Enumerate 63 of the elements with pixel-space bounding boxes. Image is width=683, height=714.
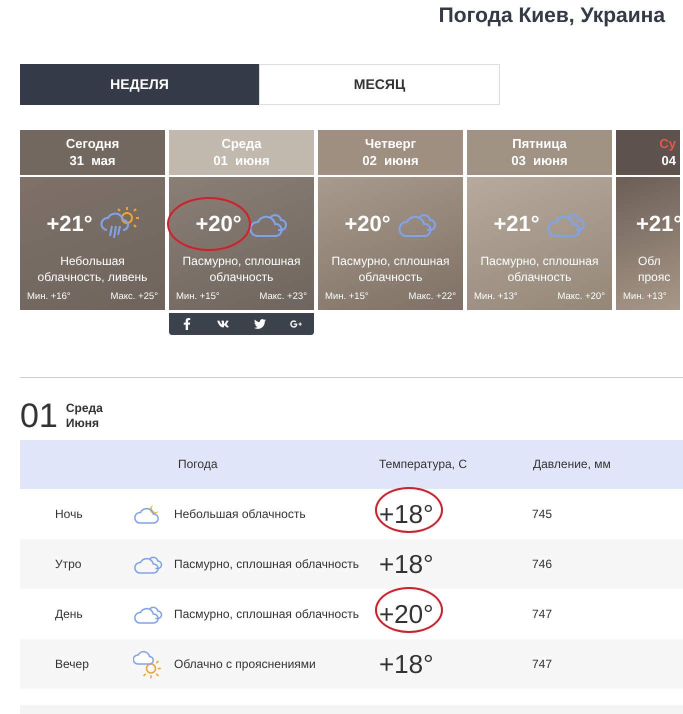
- day-card[interactable]: Пятница 03 июня +21° Пасмурно, сплошная облачность Мин. +13° Макс. +20°: [467, 130, 612, 310]
- day-card[interactable]: Су 04 +21° Обл прояс Мин. +13°: [616, 130, 680, 310]
- cloud-sun-icon: [133, 648, 163, 678]
- weather-description: Небольшая облачность, ливень: [36, 252, 148, 284]
- temperature: +21°: [493, 210, 540, 238]
- column-header: Давление, мм: [533, 456, 611, 473]
- temperature: +21°: [636, 210, 682, 238]
- weather-description: Небольшая облачность: [174, 506, 307, 522]
- day-date: 04: [662, 152, 676, 169]
- tab[interactable]: МЕСЯЦ: [259, 64, 500, 104]
- min-temperature: Мин. +15°: [325, 290, 369, 304]
- temperature: +18°: [379, 548, 434, 578]
- pressure-value: 747: [532, 656, 552, 672]
- day-date: 31 мая: [70, 152, 116, 169]
- period-label: Утро: [55, 556, 82, 572]
- day-card[interactable]: Четверг 02 июня +20° Пасмурно, сплошная облачность Мин. +15° Макс. +22°: [318, 130, 463, 310]
- max-temperature: Макс. +22°: [408, 290, 456, 304]
- day-name: Четверг: [365, 135, 416, 152]
- period-label: Ночь: [55, 506, 84, 522]
- day-date: 03 июня: [511, 152, 568, 169]
- max-temperature: Макс. +20°: [557, 290, 605, 304]
- day-card[interactable]: Сегодня 31 мая +21° Небольшая облачность, ливень Мин. +16° Макс. +25°: [20, 130, 165, 310]
- twitter-icon[interactable]: [254, 318, 266, 330]
- day-name: Сегодня: [66, 135, 120, 152]
- pressure-value: 747: [532, 606, 552, 622]
- temperature: +21°: [46, 210, 93, 238]
- pressure-value: 746: [532, 556, 552, 572]
- weather-description: Пасмурно, сплошная облачность: [174, 606, 360, 622]
- pressure-value: 745: [532, 506, 552, 522]
- day-name: Пятница: [512, 135, 567, 152]
- day-date: 02 июня: [362, 152, 419, 169]
- column-header: Погода: [178, 456, 218, 473]
- temperature: +18°: [379, 498, 434, 528]
- temperature: +20°: [379, 598, 434, 628]
- min-temperature: Мин. +16°: [27, 290, 71, 304]
- weather-description: Облачно с прояснениями: [174, 656, 317, 672]
- day-name: Су: [659, 135, 676, 152]
- google-plus-icon[interactable]: [290, 318, 302, 330]
- day-number: 01: [20, 398, 58, 434]
- max-temperature: Макс. +23°: [259, 290, 307, 304]
- column-header: Температура, С: [379, 456, 468, 473]
- month: Июня: [66, 416, 100, 430]
- min-temperature: Мин. +15°: [176, 290, 220, 304]
- tab[interactable]: НЕДЕЛЯ: [20, 64, 259, 104]
- min-temperature: Мин. +13°: [623, 290, 667, 304]
- period-label: Вечер: [55, 656, 90, 672]
- weather-description: Пасмурно, сплошная облачность: [480, 252, 600, 284]
- period-label: День: [55, 606, 84, 622]
- weekday: Среда: [66, 400, 103, 416]
- page-title: Погода Киев, Украина: [438, 3, 665, 29]
- temperature: +20°: [344, 210, 391, 238]
- weather-description: Пасмурно, сплошная облачность: [330, 252, 450, 284]
- min-temperature: Мин. +13°: [474, 290, 518, 304]
- max-temperature: Макс. +25°: [110, 290, 158, 304]
- day-card[interactable]: Среда 01 июня +20° Пасмурно, сплошная облачность Мин. +15° Макс. +23°: [169, 130, 314, 310]
- temperature: +18°: [379, 648, 434, 678]
- weather-description: Пасмурно, сплошная облачность: [174, 556, 360, 572]
- weather-description: Пасмурно, сплошная облачность: [182, 252, 302, 284]
- day-name: Среда: [221, 135, 262, 152]
- weather-description: Обл прояс: [637, 252, 672, 284]
- vk-icon[interactable]: [217, 318, 230, 330]
- temperature: +20°: [195, 210, 242, 238]
- day-date: 01 июня: [213, 152, 270, 169]
